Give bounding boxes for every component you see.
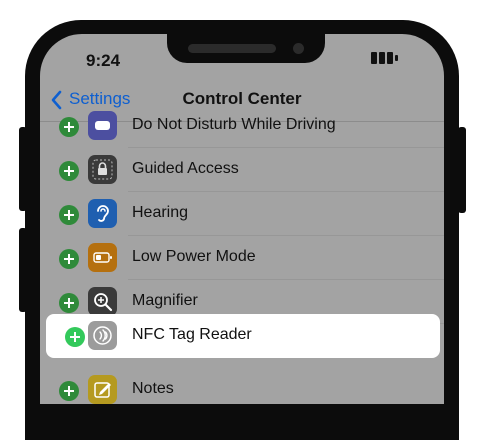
- car-icon: [88, 111, 117, 140]
- add-button[interactable]: [59, 293, 79, 313]
- list-item: Low Power Mode: [40, 236, 444, 280]
- add-button[interactable]: [59, 381, 79, 401]
- lock-icon: [88, 155, 117, 184]
- side-button: [458, 127, 466, 213]
- list-item-label: Hearing: [132, 204, 189, 221]
- list-item: Guided Access: [40, 148, 444, 192]
- speaker-grille: [188, 44, 276, 53]
- list-item-label: Do Not Disturb While Driving: [132, 116, 336, 133]
- add-button[interactable]: [59, 205, 79, 225]
- magnifier-icon: [88, 287, 117, 316]
- status-time: 9:24: [86, 51, 121, 70]
- list-item-label: Low Power Mode: [132, 248, 256, 265]
- battery-full-icon: [371, 51, 403, 70]
- list-item-label: Guided Access: [132, 160, 239, 177]
- highlighted-list-item[interactable]: NFC Tag Reader: [46, 314, 440, 358]
- add-button[interactable]: [59, 117, 79, 137]
- list-item: Hearing: [40, 192, 444, 236]
- ear-icon: [88, 199, 117, 228]
- notes-icon: [88, 375, 117, 404]
- add-button[interactable]: [65, 327, 85, 347]
- battery-icon: [88, 243, 117, 272]
- list-item: Do Not Disturb While Driving: [40, 104, 444, 148]
- nfc-icon: [88, 321, 117, 350]
- list-item-label: NFC Tag Reader: [132, 326, 252, 343]
- list-item-label: Magnifier: [132, 292, 198, 309]
- front-camera: [293, 43, 304, 54]
- list-item-label: Notes: [132, 380, 174, 397]
- add-button[interactable]: [59, 161, 79, 181]
- list-item: Notes: [40, 368, 444, 404]
- add-button[interactable]: [59, 249, 79, 269]
- notch: [167, 34, 325, 63]
